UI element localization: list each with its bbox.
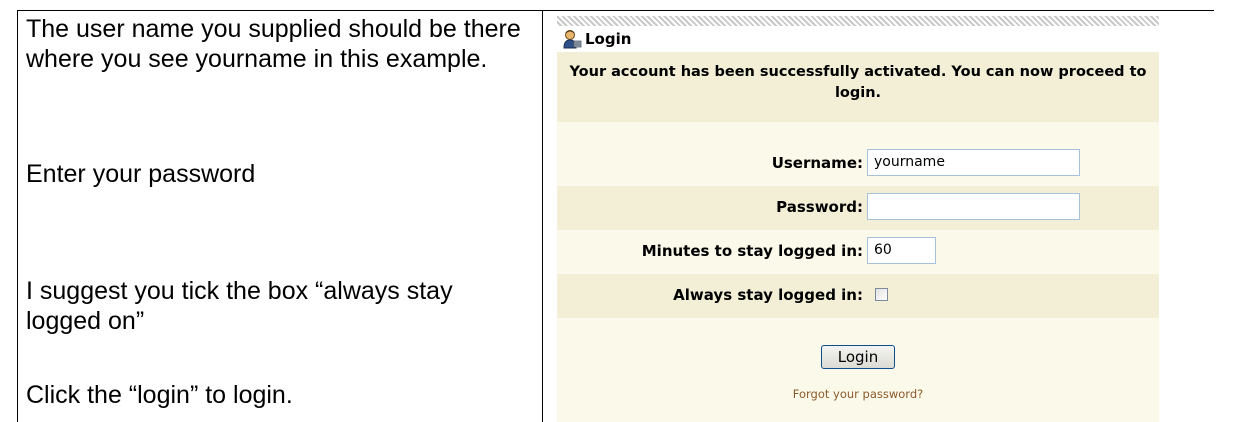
forgot-password-link[interactable]: Forgot your password? — [557, 386, 1159, 402]
activation-banner: Your account has been successfully activ… — [557, 52, 1159, 122]
login-instruction: Click the “login” to login. — [26, 381, 293, 409]
document-page: The user name you supplied should be the… — [0, 0, 1239, 422]
login-title: Login — [585, 30, 632, 48]
login-panel: Login Your account has been successfully… — [557, 16, 1159, 422]
always-logged-in-label: Always stay logged in: — [673, 286, 863, 304]
password-input[interactable] — [867, 193, 1080, 220]
minutes-input[interactable]: 60 — [867, 237, 936, 264]
username-instruction: The user name you supplied should be the… — [26, 15, 521, 73]
minutes-row: Minutes to stay logged in: 60 — [557, 230, 1159, 274]
always-logged-in-checkbox[interactable] — [875, 288, 888, 301]
login-button[interactable]: Login — [821, 345, 895, 369]
table-top-border — [17, 10, 1214, 11]
username-row: Username: yourname — [557, 142, 1159, 186]
table-left-border — [17, 10, 18, 422]
username-input[interactable]: yourname — [867, 149, 1080, 176]
password-row: Password: — [557, 186, 1159, 230]
minutes-label: Minutes to stay logged in: — [641, 242, 863, 260]
panel-header-stripe — [557, 16, 1159, 26]
activation-message: Your account has been successfully activ… — [569, 64, 1147, 101]
always-logged-in-row: Always stay logged in: — [557, 274, 1159, 318]
panel-header: Login — [557, 26, 1159, 52]
password-instruction: Enter your password — [26, 160, 256, 188]
username-label: Username: — [771, 154, 863, 172]
table-column-divider — [542, 10, 543, 422]
checkbox-instruction: I suggest you tick the box “always stay … — [26, 277, 453, 335]
user-login-icon — [563, 30, 582, 49]
password-label: Password: — [776, 198, 863, 216]
